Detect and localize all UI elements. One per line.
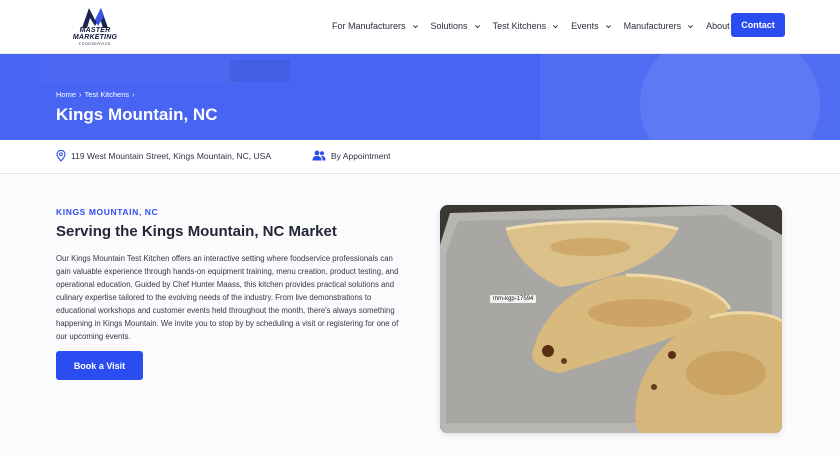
breadcrumb: Home › Test Kitchens ›	[56, 90, 138, 99]
nav-label: Events	[571, 21, 599, 31]
page-title: Kings Mountain, NC	[56, 105, 218, 124]
nav-label: Test Kitchens	[492, 21, 547, 31]
nav-item-test-kitchens[interactable]: Test Kitchens	[493, 21, 560, 31]
contact-button[interactable]: Contact	[731, 13, 785, 37]
quesadillas-image	[440, 205, 782, 433]
location-info-bar: 119 West Mountain Street, Kings Mountain…	[0, 140, 840, 174]
nav-label: Solutions	[430, 21, 468, 31]
breadcrumb-test-kitchens-link[interactable]: Test Kitchens	[85, 90, 130, 99]
site-header: MASTER MARKETING FOODSERVICE For Manufac…	[0, 0, 840, 54]
address-text: 119 West Mountain Street, Kings Mountain…	[71, 151, 272, 161]
main-content: KINGS MOUNTAIN, NC Serving the Kings Mou…	[0, 175, 840, 456]
logo-text-foodservice: FOODSERVICE	[78, 42, 111, 46]
nav-label: Manufacturers	[623, 21, 682, 31]
breadcrumb-separator: ›	[79, 90, 82, 99]
breadcrumb-separator: ›	[132, 90, 135, 99]
hero-banner: Home › Test Kitchens › Kings Mountain, N…	[0, 54, 840, 140]
logo-text-marketing: MARKETING	[72, 34, 118, 41]
chevron-down-icon	[553, 24, 559, 28]
logo-text-master: MASTER	[79, 27, 111, 34]
hero-background-shape	[640, 54, 820, 140]
chevron-down-icon	[412, 24, 418, 28]
nav-item-for-manufacturers[interactable]: For Manufacturers	[332, 21, 419, 31]
address-info: 119 West Mountain Street, Kings Mountain…	[56, 150, 271, 162]
breadcrumb-home-link[interactable]: Home	[56, 90, 76, 99]
section-description: Our Kings Mountain Test Kitchen offers a…	[56, 254, 399, 341]
chevron-down-icon	[474, 24, 480, 28]
book-visit-button[interactable]: Book a Visit	[56, 351, 143, 380]
availability-info: By Appointment	[312, 150, 391, 161]
section-eyebrow: KINGS MOUNTAIN, NC	[56, 207, 159, 217]
nav-label: About	[706, 21, 730, 31]
kitchen-photo: mm-kgp-17594	[440, 205, 782, 433]
nav-item-manufacturers[interactable]: Manufacturers	[624, 21, 695, 31]
image-id-tag: mm-kgp-17594	[490, 295, 537, 303]
nav-item-events[interactable]: Events	[571, 21, 612, 31]
availability-text: By Appointment	[331, 150, 391, 161]
chevron-down-icon	[688, 24, 694, 28]
users-icon	[312, 150, 326, 161]
hero-background-shape	[230, 60, 290, 82]
brand-logo[interactable]: MASTER MARKETING FOODSERVICE	[64, 6, 126, 48]
main-nav: For Manufacturers Solutions Test Kitchen…	[332, 17, 755, 35]
map-pin-icon	[56, 150, 66, 162]
nav-item-solutions[interactable]: Solutions	[431, 21, 481, 31]
chevron-down-icon	[605, 24, 611, 28]
section-title: Serving the Kings Mountain, NC Market	[56, 223, 337, 240]
hero-background-shape	[40, 54, 240, 84]
nav-label: For Manufacturers	[332, 21, 406, 31]
